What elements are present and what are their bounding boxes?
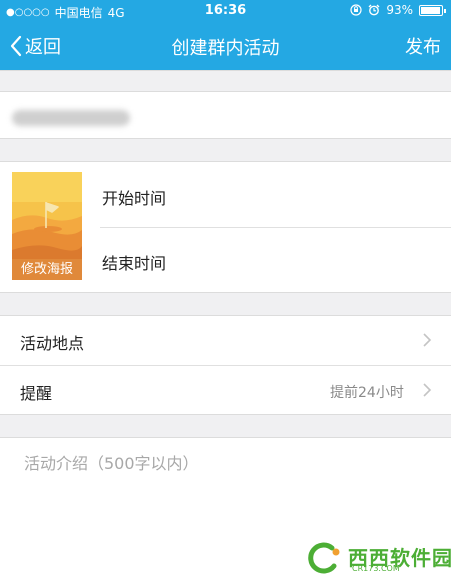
- battery-icon: [419, 4, 446, 16]
- watermark-c-icon: [308, 542, 340, 574]
- reminder-value: 提前24小时: [330, 385, 404, 401]
- alarm-icon: [368, 4, 380, 16]
- section-gap: [0, 138, 451, 162]
- reminder-row[interactable]: 提醒 提前24小时: [0, 366, 451, 414]
- page-title: 创建群内活动: [171, 38, 280, 59]
- chevron-left-icon: [10, 35, 22, 57]
- status-right: 93%: [350, 3, 446, 17]
- watermark-sub: CR173.COM: [352, 564, 400, 573]
- reminder-label: 提醒: [20, 384, 53, 403]
- section-gap: [0, 292, 451, 316]
- chevron-right-icon: [423, 383, 432, 397]
- battery-percent: 93%: [386, 3, 413, 17]
- group-name-row[interactable]: [0, 92, 451, 138]
- end-time-field[interactable]: 结束时间: [102, 250, 166, 274]
- battery-fill: [421, 6, 440, 14]
- watermark-logo: 西西软件园 CR173.COM: [304, 540, 465, 576]
- publish-button[interactable]: 发布: [405, 33, 441, 59]
- header-bar: ●○○○○ 中国电信 4G 16:36 93% 返回 创建群内活动 发布: [0, 0, 451, 70]
- lock-rotation-icon: [350, 4, 362, 16]
- location-label: 活动地点: [20, 334, 85, 353]
- chevron-right-icon: [423, 333, 432, 347]
- intro-placeholder: 活动介绍（500字以内）: [24, 454, 199, 473]
- section-gap: [0, 414, 451, 438]
- location-row[interactable]: 活动地点: [0, 316, 451, 365]
- start-time-field[interactable]: 开始时间: [102, 185, 166, 209]
- divider: [100, 227, 451, 228]
- edit-poster-label: 修改海报: [12, 259, 82, 280]
- poster-thumbnail[interactable]: 修改海报: [12, 172, 82, 280]
- status-bar: ●○○○○ 中国电信 4G 16:36 93%: [0, 0, 451, 22]
- section-gap: [0, 70, 451, 92]
- back-button[interactable]: 返回: [10, 33, 61, 59]
- nav-bar: 返回 创建群内活动 发布: [0, 22, 451, 70]
- blurred-group-name: [12, 110, 130, 126]
- back-label: 返回: [25, 37, 61, 58]
